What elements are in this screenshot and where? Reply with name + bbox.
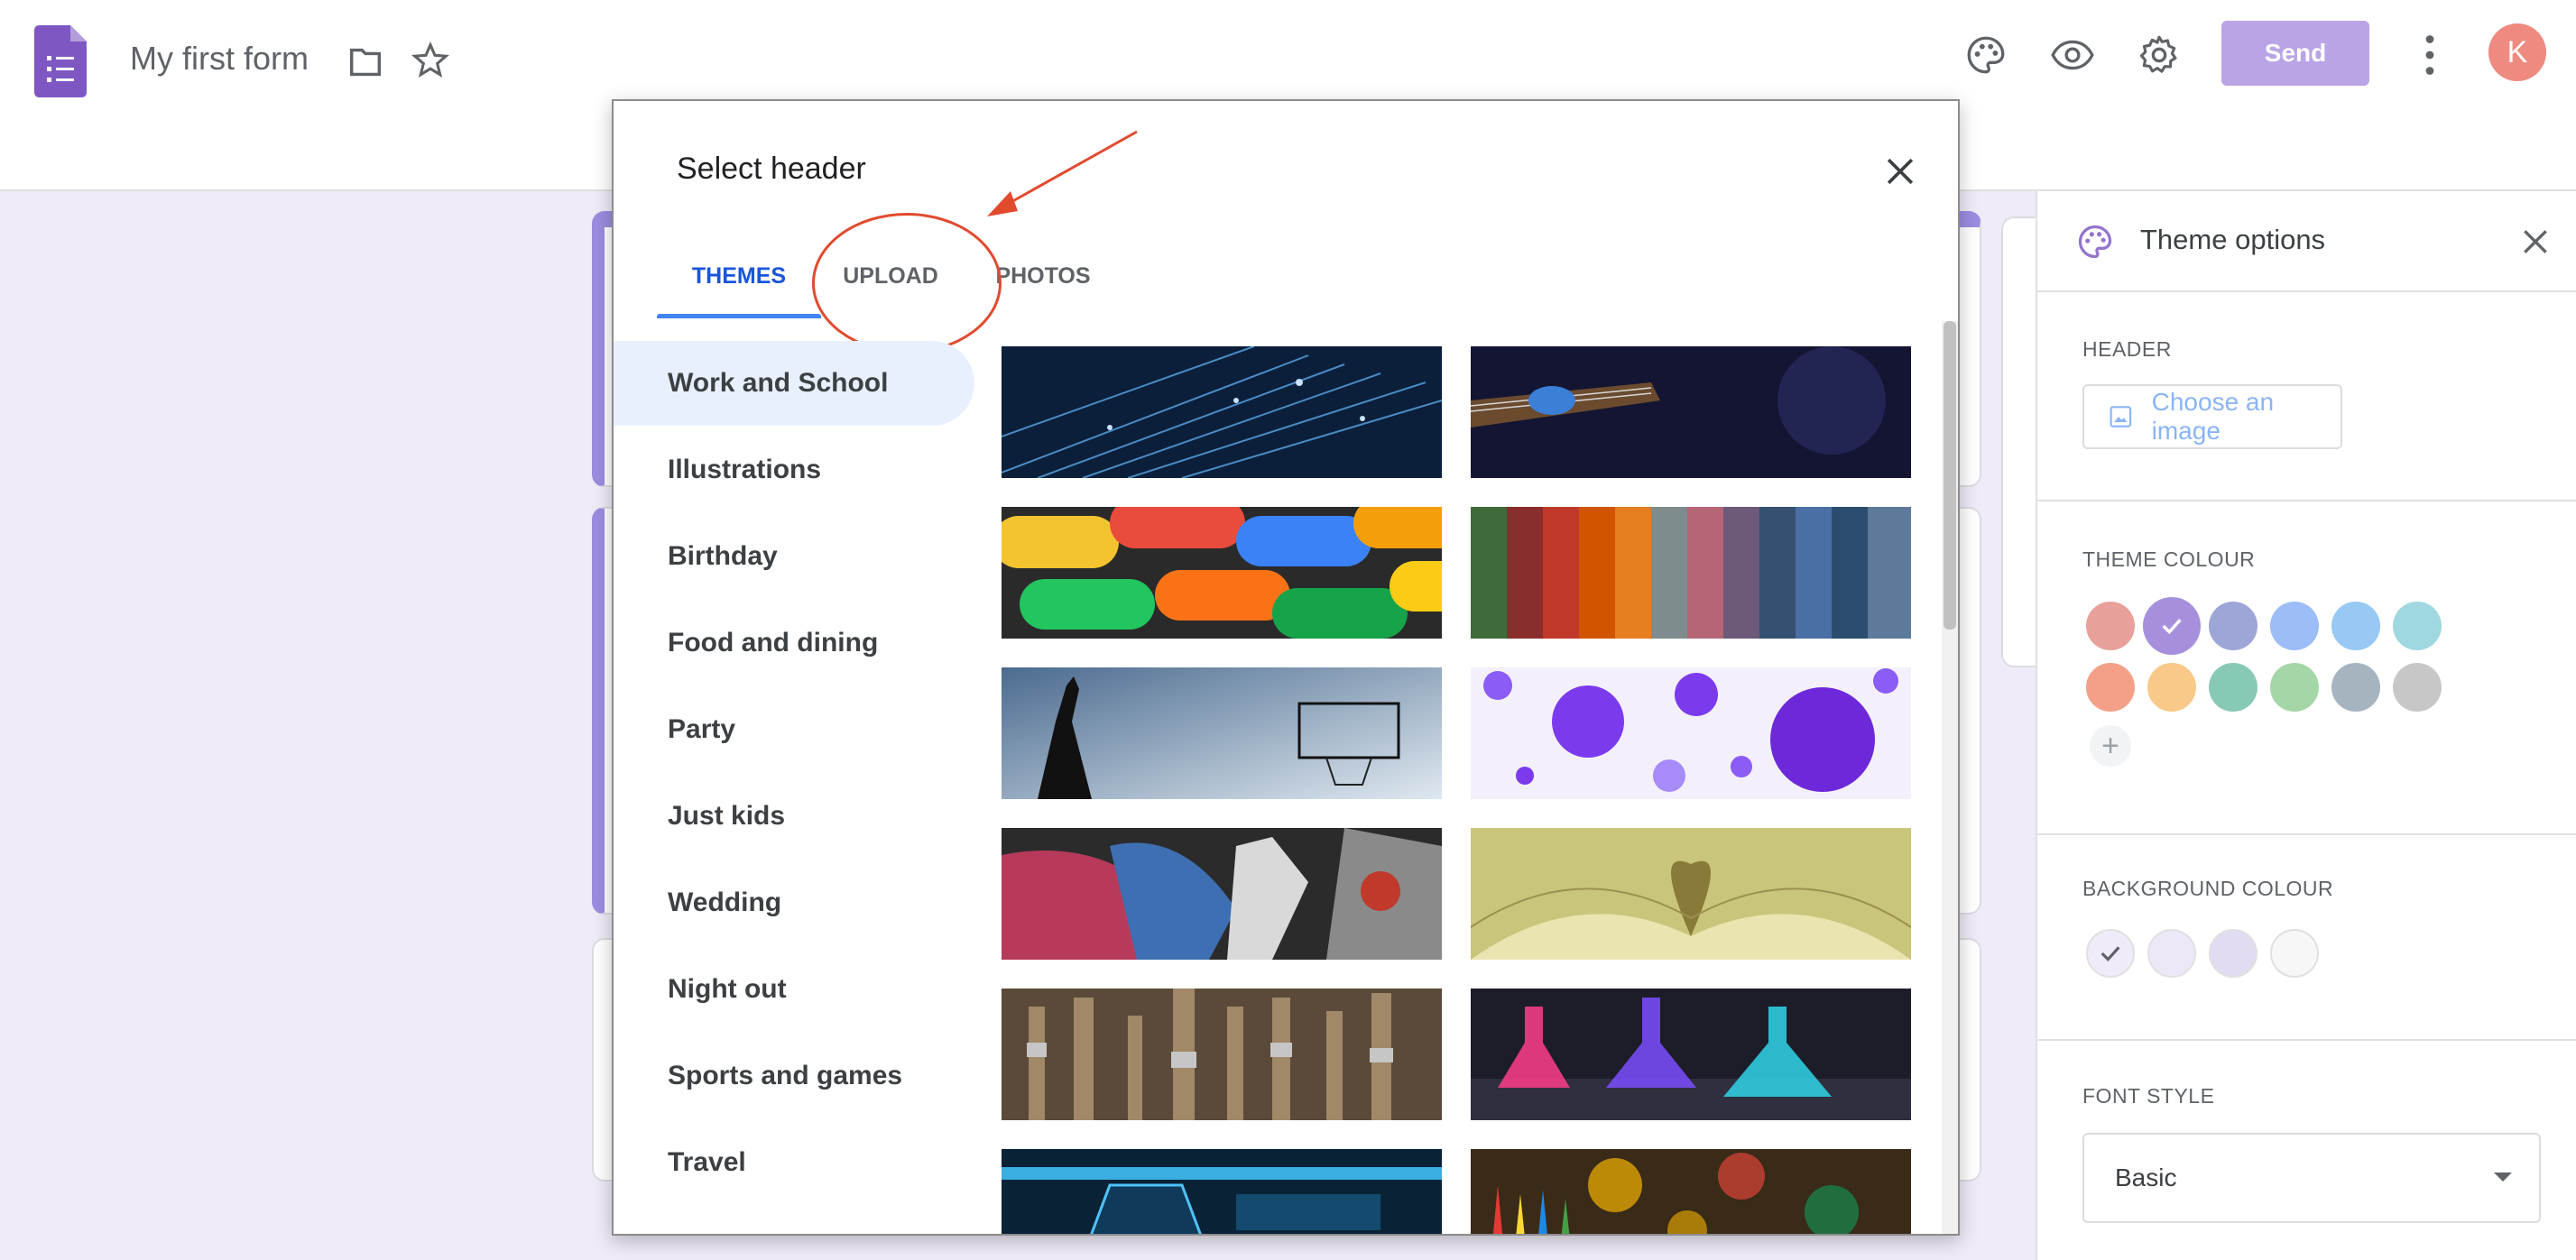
check-icon (2101, 946, 2120, 961)
more-options-icon[interactable] (2418, 32, 2442, 78)
close-icon[interactable] (1880, 152, 1920, 191)
header-section-label: HEADER (2082, 337, 2172, 361)
header-thumbnail[interactable] (1002, 507, 1442, 639)
header-thumbnail[interactable] (1002, 989, 1442, 1120)
category-item[interactable]: Night out (614, 947, 974, 1032)
dropdown-arrow-icon (2494, 1173, 2512, 1182)
annotation-arrow (987, 130, 1138, 216)
theme-colour-swatch[interactable] (2209, 663, 2257, 712)
palette-icon[interactable] (1963, 32, 2008, 78)
header-thumbnail[interactable] (1471, 667, 1911, 799)
category-item[interactable]: Food and dining (614, 601, 974, 685)
active-tab-indicator (657, 314, 821, 318)
scrollbar-thumb[interactable] (1944, 321, 1956, 630)
dialog-title: Select header (677, 152, 866, 186)
theme-colour-swatch[interactable] (2147, 663, 2196, 712)
theme-colour-swatch[interactable] (2270, 602, 2319, 650)
theme-colour-swatch[interactable] (2209, 602, 2257, 650)
send-button[interactable]: Send (2221, 21, 2369, 86)
star-icon[interactable] (410, 40, 451, 81)
font-style-select[interactable]: Basic (2082, 1133, 2541, 1223)
theme-colour-swatch[interactable] (2270, 663, 2319, 712)
settings-gear-icon[interactable] (2137, 32, 2182, 78)
folder-icon[interactable] (345, 41, 386, 83)
category-item[interactable]: Just kids (614, 774, 974, 859)
theme-options-panel: Theme options HEADER Choose an image THE… (2036, 191, 2576, 1260)
category-item[interactable]: Sports and games (614, 1034, 974, 1118)
category-item[interactable]: Party (614, 687, 974, 772)
panel-title: Theme options (2140, 224, 2326, 255)
header-thumbnail[interactable] (1002, 667, 1442, 799)
palette-icon (2078, 225, 2112, 259)
select-header-dialog: Select header THEMES UPLOAD PHOTOS Work … (612, 99, 1960, 1236)
category-item[interactable]: Travel (614, 1120, 974, 1205)
forms-app-icon[interactable] (34, 25, 87, 97)
image-icon (2110, 406, 2132, 428)
close-icon[interactable] (2517, 224, 2553, 260)
check-icon (2162, 619, 2182, 635)
preview-eye-icon[interactable] (2050, 32, 2095, 78)
header-thumbnail[interactable] (1002, 346, 1442, 478)
background-colour-swatch[interactable] (2270, 929, 2319, 978)
category-item[interactable]: Wedding (614, 860, 974, 945)
section-divider (2037, 1039, 2576, 1041)
header-thumbnail[interactable] (1471, 828, 1911, 960)
font-style-label: FONT STYLE (2082, 1084, 2215, 1108)
add-custom-colour-button[interactable]: + (2090, 725, 2131, 767)
background-colour-swatch[interactable] (2086, 929, 2135, 978)
theme-colour-swatch[interactable] (2393, 663, 2442, 712)
header-thumbnail[interactable] (1471, 346, 1911, 478)
background-colour-swatch[interactable] (2147, 929, 2196, 978)
category-item[interactable]: Work and School (614, 341, 974, 426)
header-thumbnail[interactable] (1471, 989, 1911, 1120)
header-thumbnail[interactable] (1002, 1149, 1442, 1234)
account-avatar[interactable]: K (2488, 23, 2546, 81)
theme-colour-swatch[interactable] (2331, 663, 2380, 712)
theme-colour-label: THEME COLOUR (2082, 547, 2256, 571)
annotation-circle (812, 213, 1002, 354)
theme-colour-swatch[interactable] (2143, 597, 2201, 655)
theme-colour-swatch[interactable] (2086, 663, 2135, 712)
form-title[interactable]: My first form (130, 40, 309, 78)
header-thumbnail[interactable] (1471, 1149, 1911, 1234)
background-colour-swatch[interactable] (2209, 929, 2257, 978)
theme-colour-swatch[interactable] (2086, 602, 2135, 650)
category-item[interactable]: Birthday (614, 514, 974, 599)
background-colour-label: BACKGROUND COLOUR (2082, 877, 2334, 900)
font-style-value: Basic (2115, 1163, 2177, 1191)
choose-image-label: Choose an image (2151, 388, 2275, 445)
choose-image-button[interactable]: Choose an image (2082, 384, 2342, 449)
category-item[interactable]: Illustrations (614, 428, 974, 512)
header-thumbnail[interactable] (1471, 507, 1911, 639)
section-divider (2037, 833, 2576, 835)
theme-panel-header: Theme options (2037, 191, 2576, 292)
theme-colour-swatch[interactable] (2331, 602, 2380, 650)
section-divider (2037, 500, 2576, 501)
header-thumbnail[interactable] (1002, 828, 1442, 960)
header-image-grid (1002, 346, 1913, 1234)
theme-colour-swatch[interactable] (2393, 602, 2442, 650)
